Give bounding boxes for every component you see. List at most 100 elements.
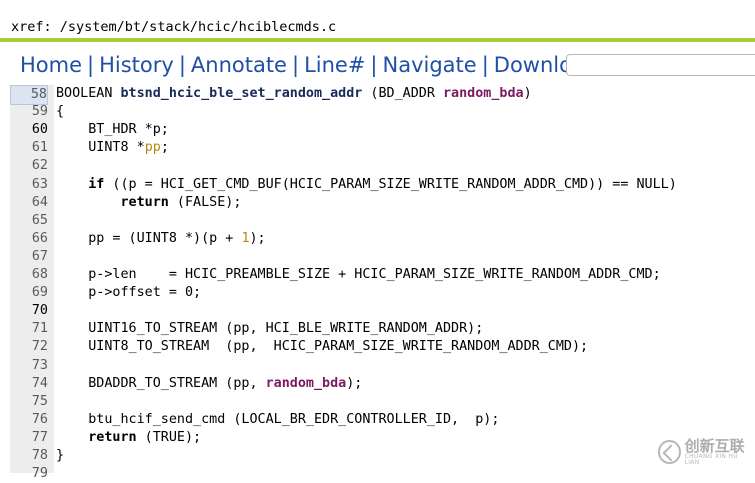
line-number[interactable]: 73: [10, 357, 48, 375]
code-token: );: [346, 375, 363, 391]
code-token: p->offset = 0;: [56, 285, 202, 301]
navigation-bar: Home | History | Annotate | Line# | Navigate | Dow…: [20, 50, 598, 80]
nav-link-home[interactable]: Home: [20, 53, 82, 77]
code-function-name[interactable]: btsnd_hcic_ble_set_random_addr: [121, 86, 363, 101]
code-text: return (TRUE);: [56, 429, 201, 447]
code-text: BOOLEAN btsnd_hcic_ble_set_random_addr (…: [56, 85, 532, 103]
code-token: (BD_ADDR: [362, 86, 443, 101]
code-token: btu_hcif_send_cmd (LOCAL_BR_EDR_CONTROLL…: [56, 411, 500, 427]
line-number[interactable]: 75: [10, 393, 48, 411]
code-line: 77 return (TRUE);: [0, 429, 755, 447]
code-line: 66 pp = (UINT8 *)(p + 1);: [0, 230, 755, 248]
line-number[interactable]: 77: [10, 429, 48, 447]
code-token: UINT8_TO_STREAM (pp, HCIC_PARAM_SIZE_WRI…: [56, 339, 589, 355]
code-token: }: [56, 448, 65, 463]
line-number[interactable]: 71: [10, 320, 48, 338]
code-token: UINT16_TO_STREAM (pp, HCI_BLE_WRITE_RAND…: [56, 321, 484, 337]
nav-separator: |: [481, 53, 489, 77]
header-divider: [0, 38, 755, 42]
code-text: pp = (UINT8 *)(p + 1);: [56, 230, 265, 248]
line-number[interactable]: 78: [10, 447, 48, 465]
code-line: 74 BDADDR_TO_STREAM (pp, random_bda);: [0, 375, 755, 393]
code-token: pp = (UINT8 *)(p +: [56, 230, 242, 246]
code-keyword: return: [88, 429, 137, 445]
nav-link-annotate[interactable]: Annotate: [191, 53, 287, 77]
nav-separator: |: [87, 53, 95, 77]
code-number: pp: [144, 140, 161, 156]
code-line: 63 if ((p = HCI_GET_CMD_BUF(HCIC_PARAM_S…: [0, 176, 755, 194]
nav-separator: |: [178, 53, 186, 77]
code-line: 71 UINT16_TO_STREAM (pp, HCI_BLE_WRITE_R…: [0, 320, 755, 338]
code-line: 75: [0, 393, 755, 411]
line-number[interactable]: 68: [10, 266, 48, 284]
line-number[interactable]: 64: [10, 194, 48, 212]
code-token: ): [523, 86, 532, 101]
code-line: 60 BT_HDR *p;: [0, 121, 755, 139]
code-keyword: return: [120, 194, 169, 210]
code-keyword: if: [88, 176, 105, 192]
code-line: 65: [0, 212, 755, 230]
line-number[interactable]: 74: [10, 375, 48, 393]
code-token: BOOLEAN: [56, 86, 121, 101]
code-line: 68 p->len = HCIC_PREAMBLE_SIZE + HCIC_PA…: [0, 266, 755, 284]
code-text: BT_HDR *p;: [56, 121, 169, 139]
line-number[interactable]: 63: [10, 176, 48, 194]
code-token: ((p = HCI_GET_CMD_BUF(HCIC_PARAM_SIZE_WR…: [104, 176, 677, 192]
search-input[interactable]: [566, 54, 755, 76]
xref-file-path: /system/bt/stack/hcic/hciblecmds.c: [59, 19, 337, 35]
code-line: 78}: [0, 447, 755, 465]
xref-label: xref:: [11, 19, 52, 35]
logo-icon: [658, 440, 681, 464]
code-token: p->len = HCIC_PREAMBLE_SIZE + HCIC_PARAM…: [56, 267, 661, 282]
nav-link-line[interactable]: Line#: [304, 53, 365, 77]
watermark-logo: 创新互联 CHUANG XIN HU LIAN: [658, 436, 750, 468]
line-number[interactable]: 61: [10, 139, 48, 157]
line-number[interactable]: 59: [10, 103, 48, 121]
code-token: (TRUE);: [136, 429, 202, 445]
code-number: 1: [241, 230, 250, 246]
code-text: p->len = HCIC_PREAMBLE_SIZE + HCIC_PARAM…: [56, 266, 661, 284]
nav-link-navigate[interactable]: Navigate: [383, 53, 477, 77]
code-token: UINT8 *: [56, 140, 145, 156]
code-line: 73: [0, 357, 755, 375]
code-line: 59 {: [0, 103, 755, 121]
line-number[interactable]: 66: [10, 230, 48, 248]
line-number[interactable]: 72: [10, 338, 48, 356]
xref-path: xref: /system/bt/stack/hcic/hciblecmds.c: [11, 19, 336, 35]
line-number[interactable]: 67: [10, 248, 48, 266]
code-text: btu_hcif_send_cmd (LOCAL_BR_EDR_CONTROLL…: [56, 411, 499, 429]
logo-text-cn: 创新互联: [684, 436, 745, 455]
code-line: 79: [0, 465, 755, 483]
code-line: 76 btu_hcif_send_cmd (LOCAL_BR_EDR_CONTR…: [0, 411, 755, 429]
nav-separator: |: [291, 53, 300, 77]
code-text: UINT8_TO_STREAM (pp, HCIC_PARAM_SIZE_WRI…: [56, 338, 588, 356]
code-text: if ((p = HCI_GET_CMD_BUF(HCIC_PARAM_SIZE…: [56, 176, 677, 194]
code-token: (FALSE);: [168, 194, 242, 210]
line-number[interactable]: 79: [10, 465, 48, 483]
code-line: 58 BOOLEAN btsnd_hcic_ble_set_random_addr…: [0, 85, 755, 105]
line-number[interactable]: 58: [10, 85, 48, 105]
line-number[interactable]: 70: [10, 302, 48, 320]
code-line: 70: [0, 302, 755, 320]
code-variable[interactable]: random_bda: [443, 86, 524, 101]
nav-link-history[interactable]: History: [99, 53, 174, 77]
line-number[interactable]: 76: [10, 411, 48, 429]
code-token: ;: [160, 140, 169, 156]
code-token: {: [56, 104, 65, 120]
code-view: 58 BOOLEAN btsnd_hcic_ble_set_random_addr…: [0, 85, 755, 481]
code-variable[interactable]: random_bda: [266, 376, 347, 391]
line-number[interactable]: 65: [10, 212, 48, 230]
code-line: 61 UINT8 *pp;: [0, 139, 755, 157]
line-number[interactable]: 62: [10, 157, 48, 175]
nav-separator: |: [370, 53, 378, 77]
line-number[interactable]: 69: [10, 284, 48, 302]
code-token: BDADDR_TO_STREAM (pp,: [56, 375, 266, 391]
logo-text-en: CHUANG XIN HU LIAN: [684, 452, 738, 466]
line-number[interactable]: 60: [10, 121, 48, 139]
code-text: UINT8 *pp;: [56, 139, 169, 157]
code-text: }: [56, 447, 64, 465]
code-line: 69 p->offset = 0;: [0, 284, 755, 302]
